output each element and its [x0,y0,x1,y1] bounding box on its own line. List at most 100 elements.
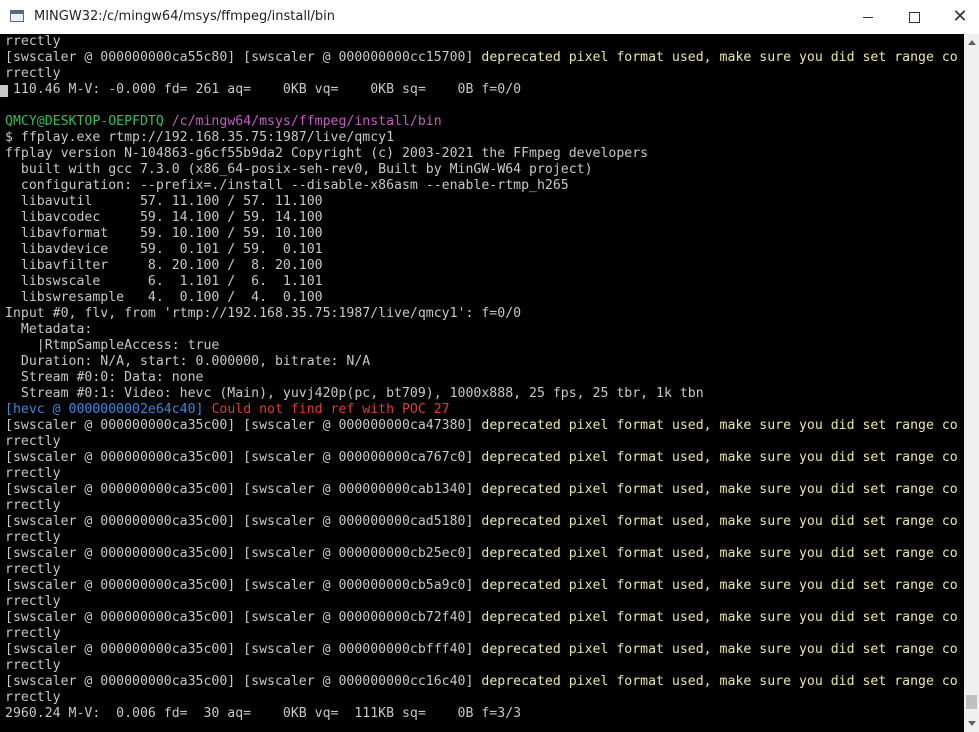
terminal-line: [swscaler @ 000000000ca35c00] [swscaler … [5,482,958,498]
terminal-line: [swscaler @ 000000000ca35c00] [swscaler … [5,418,958,434]
terminal-text-segment: 2960.24 M-V: 0.006 fd= 30 aq= 0KB vq= 11… [5,706,522,721]
terminal-line: rrectly [5,690,958,706]
terminal-text-segment: Duration: N/A, start: 0.000000, bitrate:… [5,354,371,369]
terminal-line: rrectly [5,530,958,546]
terminal-line: [swscaler @ 000000000ca35c00] [swscaler … [5,546,958,562]
terminal-line: [swscaler @ 000000000ca35c00] [swscaler … [5,450,958,466]
terminal-text-segment: rrectly [5,498,61,513]
terminal-line: QMCY@DESKTOP-OEPFDTQ /c/mingw64/msys/ffm… [5,114,958,130]
terminal-line: Stream #0:1: Video: hevc (Main), yuvj420… [5,386,958,402]
terminal-text-segment: [swscaler @ 000000000ca35c00] [swscaler … [5,450,482,465]
terminal-text-segment: rrectly [5,594,61,609]
terminal-line: libswresample 4. 0.100 / 4. 0.100 [5,290,958,306]
terminal-text-segment: [hevc @ 0000000002e64c40] [5,402,212,417]
terminal-text-segment: deprecated pixel format used, make sure … [481,482,958,497]
terminal-window: MINGW32:/c/mingw64/msys/ffmpeg/install/b… [0,0,979,732]
terminal-text-segment: Could not find ref with POC 27 [211,402,450,417]
close-icon: ✕ [952,6,968,27]
terminal-line: [hevc @ 0000000002e64c40] Could not find… [5,402,958,418]
scroll-up-button[interactable] [964,34,979,51]
terminal-text-segment: rrectly [5,34,61,49]
terminal-line: rrectly [5,34,958,50]
terminal-text-segment: Input #0, flv, from 'rtmp://192.168.35.7… [5,306,522,321]
terminal-text-segment: libavformat 59. 10.100 / 59. 10.100 [5,226,323,241]
terminal-text-segment: rrectly [5,690,61,705]
terminal-line: rrectly [5,562,958,578]
terminal-text-segment: deprecated pixel format used, make sure … [481,50,958,65]
vertical-scrollbar[interactable] [964,34,979,732]
terminal-line: libavfilter 8. 20.100 / 8. 20.100 [5,258,958,274]
terminal-line: [swscaler @ 000000000ca55c80] [swscaler … [5,50,958,66]
terminal-line: built with gcc 7.3.0 (x86_64-posix-seh-r… [5,162,958,178]
terminal-text-segment: [swscaler @ 000000000ca35c00] [swscaler … [5,546,482,561]
terminal-text-segment: deprecated pixel format used, make sure … [481,418,958,433]
terminal-line: rrectly [5,594,958,610]
terminal-text-segment: libswscale 6. 1.101 / 6. 1.101 [5,274,323,289]
arrow-down-icon [967,721,976,726]
terminal-line: rrectly [5,466,958,482]
terminal-text-segment: libavcodec 59. 14.100 / 59. 14.100 [5,210,323,225]
terminal-text-segment: deprecated pixel format used, make sure … [481,642,958,657]
terminal-text-segment: [swscaler @ 000000000ca35c00] [swscaler … [5,578,482,593]
terminal-text-segment: /c/mingw64/msys/ffmpeg/install/bin [171,114,442,129]
terminal-line: rrectly [5,66,958,82]
terminal-text-segment: Stream #0:1: Video: hevc (Main), yuvj420… [5,386,704,401]
terminal-line: configuration: --prefix=./install --disa… [5,178,958,194]
terminal-line: Metadata: [5,322,958,338]
title-bar[interactable]: MINGW32:/c/mingw64/msys/ffmpeg/install/b… [0,0,979,35]
scroll-down-button[interactable] [964,715,979,732]
terminal-text-segment: [swscaler @ 000000000ca35c00] [swscaler … [5,514,482,529]
terminal-line: libavcodec 59. 14.100 / 59. 14.100 [5,210,958,226]
terminal-text-segment: libavutil 57. 11.100 / 57. 11.100 [5,194,323,209]
terminal-line: libavutil 57. 11.100 / 57. 11.100 [5,194,958,210]
terminal-line: rrectly [5,498,958,514]
terminal-text-segment: 110.46 M-V: -0.000 fd= 261 aq= 0KB vq= 0… [5,82,522,97]
terminal-line: Stream #0:0: Data: none [5,370,958,386]
terminal-line: |RtmpSampleAccess: true [5,338,958,354]
minimize-button[interactable] [845,0,891,34]
maximize-button[interactable] [891,0,937,34]
terminal-text-segment: [swscaler @ 000000000ca35c00] [swscaler … [5,642,482,657]
terminal-text-segment: [swscaler @ 000000000ca35c00] [swscaler … [5,482,482,497]
terminal-lines: rrectly [swscaler @ 000000000ca55c80] [sw… [5,34,958,722]
terminal-line: Input #0, flv, from 'rtmp://192.168.35.7… [5,306,958,322]
terminal-line: [swscaler @ 000000000ca35c00] [swscaler … [5,610,958,626]
text-cursor [0,85,8,97]
maximize-icon [908,11,920,23]
terminal-text-segment: ffplay version N-104863-g6cf55b9da2 Copy… [5,146,649,161]
terminal-text-segment: [swscaler @ 000000000ca35c00] [swscaler … [5,610,482,625]
terminal-text-segment: deprecated pixel format used, make sure … [481,610,958,625]
terminal-line: [swscaler @ 000000000ca35c00] [swscaler … [5,674,958,690]
terminal-text-segment: rrectly [5,466,61,481]
terminal-line: libswscale 6. 1.101 / 6. 1.101 [5,274,958,290]
terminal-line: ffplay version N-104863-g6cf55b9da2 Copy… [5,146,958,162]
terminal-text-segment: libavfilter 8. 20.100 / 8. 20.100 [5,258,323,273]
terminal-text-segment: deprecated pixel format used, make sure … [481,514,958,529]
terminal-text-segment: Metadata: [5,322,93,337]
window-title: MINGW32:/c/mingw64/msys/ffmpeg/install/b… [34,9,336,24]
terminal-text-segment: [swscaler @ 000000000ca55c80] [swscaler … [5,50,482,65]
terminal-text-segment: rrectly [5,66,61,81]
terminal-line: [swscaler @ 000000000ca35c00] [swscaler … [5,514,958,530]
terminal-text-segment: rrectly [5,658,61,673]
terminal-line: [swscaler @ 000000000ca35c00] [swscaler … [5,578,958,594]
terminal-line: 110.46 M-V: -0.000 fd= 261 aq= 0KB vq= 0… [5,82,958,98]
terminal-text-segment: built with gcc 7.3.0 (x86_64-posix-seh-r… [5,162,593,177]
terminal-text-segment: libswresample 4. 0.100 / 4. 0.100 [5,290,323,305]
terminal-text-segment: Stream #0:0: Data: none [5,370,204,385]
terminal-text-segment: rrectly [5,562,61,577]
terminal-line: libavdevice 59. 0.101 / 59. 0.101 [5,242,958,258]
terminal-output[interactable]: rrectly [swscaler @ 000000000ca55c80] [sw… [0,34,964,732]
terminal-text-segment: QMCY@DESKTOP-OEPFDTQ [5,114,172,129]
terminal-text-segment: |RtmpSampleAccess: true [5,338,220,353]
terminal-text-segment: deprecated pixel format used, make sure … [481,674,958,689]
terminal-text-segment: $ ffplay.exe rtmp://192.168.35.75:1987/l… [5,130,395,145]
close-button[interactable]: ✕ [937,0,979,34]
terminal-text-segment: libavdevice 59. 0.101 / 59. 0.101 [5,242,323,257]
terminal-line: rrectly [5,626,958,642]
terminal-text-segment: rrectly [5,530,61,545]
terminal-app-icon [10,10,24,22]
terminal-text-segment: deprecated pixel format used, make sure … [481,450,958,465]
scroll-thumb[interactable] [966,695,977,709]
